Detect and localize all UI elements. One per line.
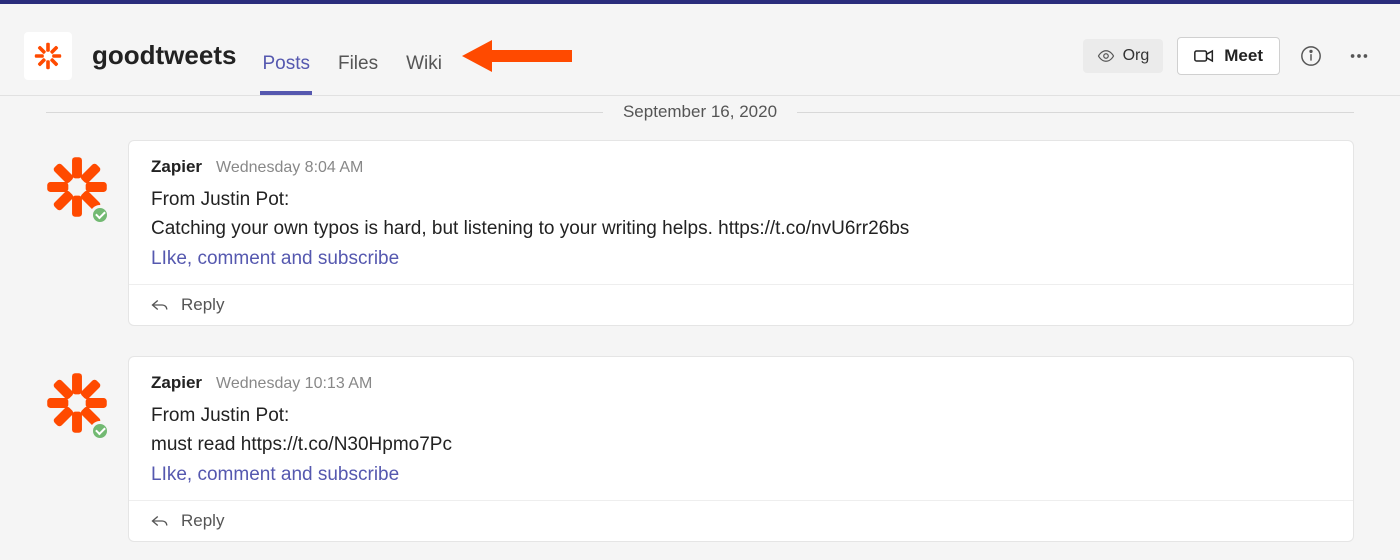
divider-line	[797, 112, 1354, 113]
info-icon	[1300, 45, 1322, 67]
tab-wiki[interactable]: Wiki	[404, 41, 444, 95]
posts-content: September 16, 2020	[0, 96, 1400, 542]
eye-icon	[1097, 47, 1115, 65]
message-line: From Justin Pot:	[151, 401, 1331, 430]
channel-header: goodtweets Posts Files Wiki Org Meet	[0, 4, 1400, 96]
presence-available-icon	[90, 205, 110, 225]
reply-arrow-icon	[151, 514, 169, 528]
sender-name: Zapier	[151, 373, 202, 393]
post-timestamp: Wednesday 8:04 AM	[216, 159, 363, 177]
org-label: Org	[1123, 47, 1150, 65]
tab-posts[interactable]: Posts	[260, 41, 312, 95]
reply-button[interactable]: Reply	[129, 500, 1353, 541]
arrow-left-icon	[462, 38, 572, 74]
post-row: Zapier Wednesday 10:13 AM From Justin Po…	[46, 356, 1354, 542]
more-button[interactable]	[1342, 39, 1376, 73]
divider-line	[46, 112, 603, 113]
date-divider: September 16, 2020	[46, 96, 1354, 140]
tab-bar: Posts Files Wiki	[260, 16, 444, 95]
post-body: Zapier Wednesday 10:13 AM From Justin Po…	[129, 357, 1353, 500]
post-head: Zapier Wednesday 10:13 AM	[151, 373, 1331, 393]
avatar	[46, 156, 108, 223]
message-line: Catching your own typos is hard, but lis…	[151, 214, 1331, 243]
presence-available-icon	[90, 421, 110, 441]
tab-files[interactable]: Files	[336, 41, 380, 95]
post-card: Zapier Wednesday 8:04 AM From Justin Pot…	[128, 140, 1354, 326]
date-text: September 16, 2020	[603, 102, 797, 122]
more-horizontal-icon	[1348, 45, 1370, 67]
message-line: From Justin Pot:	[151, 185, 1331, 214]
reply-arrow-icon	[151, 298, 169, 312]
annotation-arrow	[462, 38, 572, 74]
video-icon	[1194, 48, 1214, 64]
avatar	[46, 372, 108, 439]
sender-name: Zapier	[151, 157, 202, 177]
message-line: must read https://t.co/N30Hpmo7Pc	[151, 430, 1331, 459]
meet-button[interactable]: Meet	[1177, 37, 1280, 75]
reply-label: Reply	[181, 295, 224, 315]
reply-label: Reply	[181, 511, 224, 531]
channel-name: goodtweets	[92, 40, 236, 71]
post-row: Zapier Wednesday 8:04 AM From Justin Pot…	[46, 140, 1354, 326]
channel-logo	[24, 32, 72, 80]
org-button[interactable]: Org	[1083, 39, 1164, 73]
cta-link[interactable]: LIke, comment and subscribe	[151, 464, 1331, 486]
cta-link[interactable]: LIke, comment and subscribe	[151, 248, 1331, 270]
reply-button[interactable]: Reply	[129, 284, 1353, 325]
header-actions: Org Meet	[1083, 37, 1376, 75]
post-head: Zapier Wednesday 8:04 AM	[151, 157, 1331, 177]
info-button[interactable]	[1294, 39, 1328, 73]
post-timestamp: Wednesday 10:13 AM	[216, 375, 372, 393]
zapier-icon	[33, 41, 63, 71]
post-card: Zapier Wednesday 10:13 AM From Justin Po…	[128, 356, 1354, 542]
meet-label: Meet	[1224, 46, 1263, 66]
post-body: Zapier Wednesday 8:04 AM From Justin Pot…	[129, 141, 1353, 284]
